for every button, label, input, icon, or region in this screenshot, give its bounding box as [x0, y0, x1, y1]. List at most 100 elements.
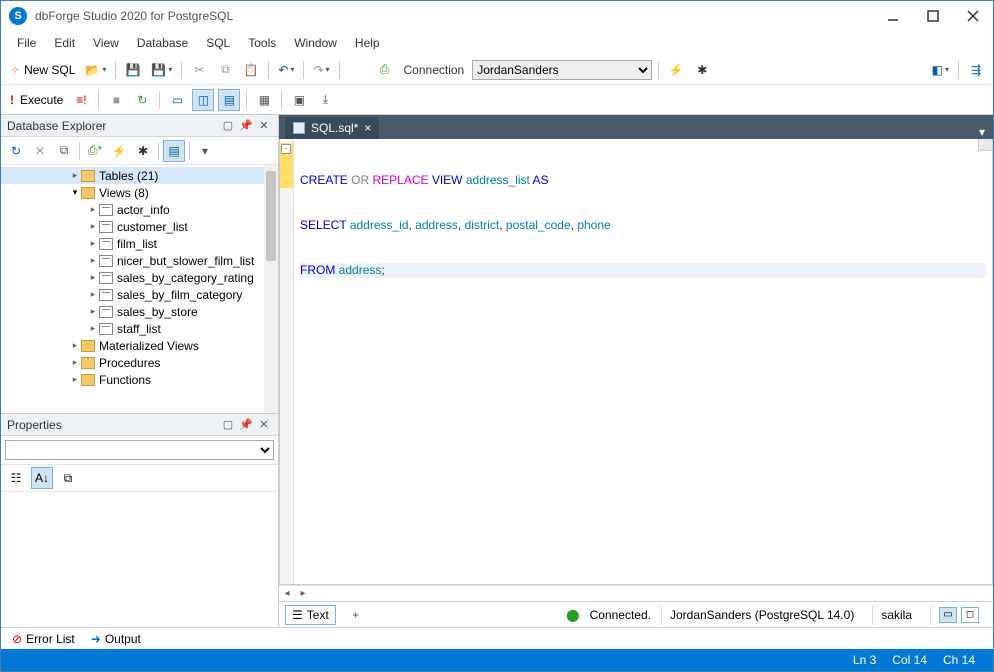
expand-arrow-icon[interactable]: ▸ — [87, 289, 99, 300]
cut-button[interactable]: ✂ — [188, 59, 210, 81]
connection-select[interactable]: JordanSanders — [472, 60, 652, 80]
export-dropdown[interactable]: ⤓ — [314, 89, 336, 111]
paste-button[interactable]: 📋 — [240, 59, 262, 81]
show-objects-button[interactable]: ▤ — [163, 140, 185, 162]
filter-button[interactable]: ▾ — [194, 140, 216, 162]
view-mode-3-button[interactable]: ▤ — [218, 89, 240, 111]
tree-scrollbar[interactable] — [264, 165, 278, 413]
expand-arrow-icon[interactable]: ▸ — [87, 306, 99, 317]
panel-close-icon[interactable]: ✕ — [256, 118, 272, 134]
properties-dock-icon[interactable]: ▢ — [220, 417, 236, 433]
close-button[interactable] — [953, 1, 993, 31]
tree-view-item[interactable]: ▸sales_by_film_category — [1, 286, 278, 303]
tree-folder[interactable]: ▾Views (8) — [1, 184, 278, 201]
properties-pages-button[interactable]: ⧉ — [57, 467, 79, 489]
redo-dropdown[interactable]: ↷ — [310, 59, 332, 81]
menu-window[interactable]: Window — [286, 34, 345, 52]
fold-toggle-icon[interactable]: - — [281, 144, 291, 154]
delete-button[interactable]: ✕ — [29, 140, 51, 162]
output-tab[interactable]: ➜ Output — [84, 630, 148, 648]
disconnect-button[interactable]: ✱ — [691, 59, 713, 81]
refresh-button[interactable]: ↻ — [5, 140, 27, 162]
menu-tools[interactable]: Tools — [240, 34, 284, 52]
refresh-exec-button[interactable]: ↻ — [131, 89, 153, 111]
execute-to-cursor-button[interactable]: ≡! — [70, 89, 92, 111]
menu-file[interactable]: File — [9, 34, 44, 52]
properties-object-select[interactable] — [5, 440, 274, 460]
minimize-button[interactable] — [873, 1, 913, 31]
expand-arrow-icon[interactable]: ▸ — [69, 374, 81, 385]
error-list-tab[interactable]: ⊘ Error List — [5, 630, 82, 648]
expand-arrow-icon[interactable]: ▸ — [87, 221, 99, 232]
new-sql-button[interactable]: ✧New SQL — [7, 59, 78, 81]
open-dropdown[interactable]: 📂 — [82, 59, 109, 81]
properties-categorize-button[interactable]: ☷ — [5, 467, 27, 489]
save-button[interactable]: 💾 — [122, 59, 144, 81]
text-tab-button[interactable]: ☰ Text — [285, 605, 336, 625]
tree-view-item[interactable]: ▸customer_list — [1, 218, 278, 235]
scrollbar-thumb[interactable] — [266, 171, 276, 261]
tree-view-item[interactable]: ▸sales_by_store — [1, 303, 278, 320]
tree-folder[interactable]: ▸Tables (21) — [1, 167, 278, 184]
sql-editor[interactable]: CREATE OR REPLACE VIEW address_list AS S… — [294, 139, 992, 584]
tree-view-item[interactable]: ▸actor_info — [1, 201, 278, 218]
copy-obj-button[interactable]: ⧉ — [53, 140, 75, 162]
editor-hscroll[interactable]: ◂ ▸ — [279, 585, 993, 601]
menu-view[interactable]: View — [85, 34, 127, 52]
maximize-button[interactable] — [913, 1, 953, 31]
undo-dropdown[interactable]: ↶ — [275, 59, 297, 81]
menu-sql[interactable]: SQL — [198, 34, 238, 52]
results-layout-dropdown[interactable]: ▦ — [253, 89, 275, 111]
editor-gutter[interactable]: - — [280, 139, 294, 584]
menu-database[interactable]: Database — [129, 34, 196, 52]
menu-help[interactable]: Help — [347, 34, 388, 52]
properties-pin-icon[interactable]: 📌 — [238, 417, 254, 433]
options-icon[interactable]: ⇶ — [965, 59, 987, 81]
add-view-button[interactable]: + — [346, 605, 366, 625]
db-explorer-tree[interactable]: ▸Tables (21)▾Views (8)▸actor_info▸custom… — [1, 165, 278, 413]
connect-db-button[interactable]: ⚡ — [108, 140, 130, 162]
panel-dock-icon[interactable]: ▢ — [220, 118, 236, 134]
expand-arrow-icon[interactable]: ▸ — [69, 357, 81, 368]
disconnect-db-button[interactable]: ✱ — [132, 140, 154, 162]
scroll-left-icon[interactable]: ◂ — [279, 586, 295, 602]
new-connection-button[interactable]: ⎙* — [84, 140, 106, 162]
results-mode-1-icon[interactable]: ▭ — [939, 607, 957, 623]
stop-button[interactable]: ■ — [105, 89, 127, 111]
tab-overflow-icon[interactable]: ▾ — [971, 125, 993, 139]
scroll-right-icon[interactable]: ▸ — [295, 586, 311, 602]
expand-arrow-icon[interactable]: ▸ — [87, 323, 99, 334]
tree-folder[interactable]: ▸Procedures — [1, 354, 278, 371]
tree-node-label: Functions — [99, 373, 151, 387]
tree-folder[interactable]: ▸Materialized Views — [1, 337, 278, 354]
image-button[interactable]: ▣ — [288, 89, 310, 111]
expand-arrow-icon[interactable]: ▸ — [87, 272, 99, 283]
start-page-dropdown[interactable]: ◧ — [929, 59, 952, 81]
tree-view-item[interactable]: ▸nicer_but_slower_film_list — [1, 252, 278, 269]
editor-split-handle[interactable] — [978, 139, 992, 151]
connection-icon[interactable]: ⎙ — [374, 59, 396, 81]
results-mode-2-icon[interactable]: ◻ — [961, 607, 979, 623]
properties-sort-button[interactable]: A↓ — [31, 467, 53, 489]
save-all-dropdown[interactable]: 💾 — [148, 59, 175, 81]
menu-edit[interactable]: Edit — [46, 34, 83, 52]
expand-arrow-icon[interactable]: ▸ — [87, 204, 99, 215]
panel-pin-icon[interactable]: 📌 — [238, 118, 254, 134]
expand-arrow-icon[interactable]: ▸ — [69, 170, 81, 181]
tree-view-item[interactable]: ▸sales_by_category_rating — [1, 269, 278, 286]
view-mode-2-button[interactable]: ◫ — [192, 89, 214, 111]
expand-arrow-icon[interactable]: ▸ — [87, 255, 99, 266]
tree-view-item[interactable]: ▸film_list — [1, 235, 278, 252]
document-tab[interactable]: SQL.sql* × — [285, 117, 379, 139]
document-tab-close-icon[interactable]: × — [364, 121, 371, 135]
expand-arrow-icon[interactable]: ▾ — [69, 187, 81, 198]
connect-button[interactable]: ⚡ — [665, 59, 687, 81]
view-mode-1-button[interactable]: ▭ — [166, 89, 188, 111]
copy-button[interactable]: ⧉ — [214, 59, 236, 81]
execute-button[interactable]: ! Execute — [7, 89, 66, 111]
tree-folder[interactable]: ▸ Functions — [1, 371, 278, 388]
expand-arrow-icon[interactable]: ▸ — [69, 340, 81, 351]
expand-arrow-icon[interactable]: ▸ — [87, 238, 99, 249]
tree-view-item[interactable]: ▸staff_list — [1, 320, 278, 337]
properties-close-icon[interactable]: ✕ — [256, 417, 272, 433]
